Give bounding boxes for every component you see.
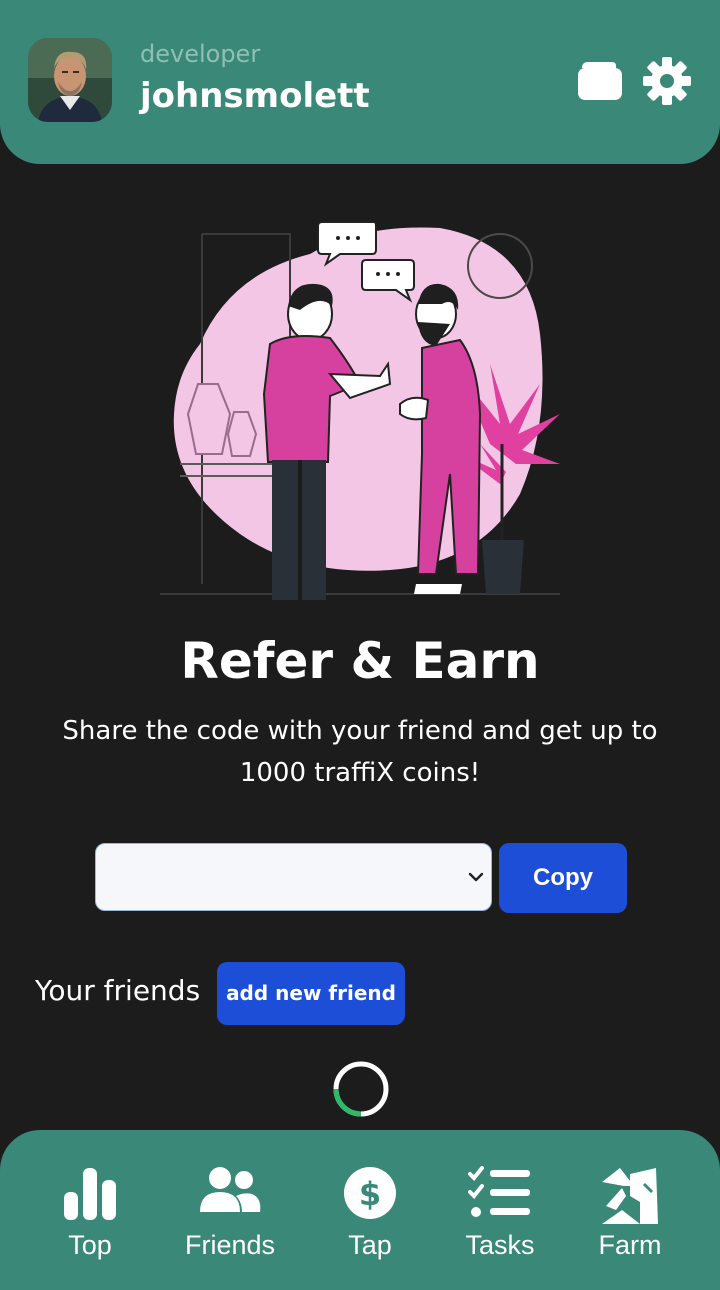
referral-code-select[interactable] <box>95 843 492 911</box>
nav-label-top: Top <box>68 1230 112 1260</box>
refer-illustration <box>160 214 570 604</box>
task-list-icon <box>468 1166 530 1217</box>
bar-chart-icon <box>64 1168 116 1220</box>
avatar[interactable] <box>28 38 112 122</box>
user-name: johnsmolett <box>140 76 370 116</box>
wallet-icon[interactable] <box>576 60 624 102</box>
chevron-down-icon <box>467 868 485 886</box>
friends-heading: Your friends <box>35 974 201 1007</box>
loading-spinner-icon <box>332 1060 390 1118</box>
gear-icon[interactable] <box>642 56 692 106</box>
nav-label-tasks: Tasks <box>465 1230 535 1260</box>
nav-item-friends[interactable]: Friends <box>170 1130 290 1290</box>
user-role: developer <box>140 40 261 68</box>
nav-item-farm[interactable]: Farm <box>580 1130 680 1290</box>
nav-item-tasks[interactable]: Tasks <box>450 1130 550 1290</box>
nav-item-top[interactable]: Top <box>40 1130 140 1290</box>
bottom-nav: Top Friends $ Tap Tasks Farm <box>0 1130 720 1290</box>
add-friend-button[interactable]: add new friend <box>217 962 405 1025</box>
dollar-circle-icon: $ <box>344 1167 396 1219</box>
page-subtitle: Share the code with your friend and get … <box>62 716 658 788</box>
nav-item-tap[interactable]: $ Tap <box>320 1130 420 1290</box>
users-icon <box>200 1167 261 1212</box>
farm-icon <box>602 1168 658 1224</box>
page-title: Refer & Earn <box>180 632 540 690</box>
copy-button[interactable]: Copy <box>499 843 627 913</box>
svg-text:$: $ <box>359 1175 381 1213</box>
nav-label-tap: Tap <box>348 1230 392 1260</box>
nav-label-friends: Friends <box>184 1230 276 1260</box>
nav-label-farm: Farm <box>598 1230 662 1260</box>
app-header: developer johnsmolett <box>0 0 720 164</box>
